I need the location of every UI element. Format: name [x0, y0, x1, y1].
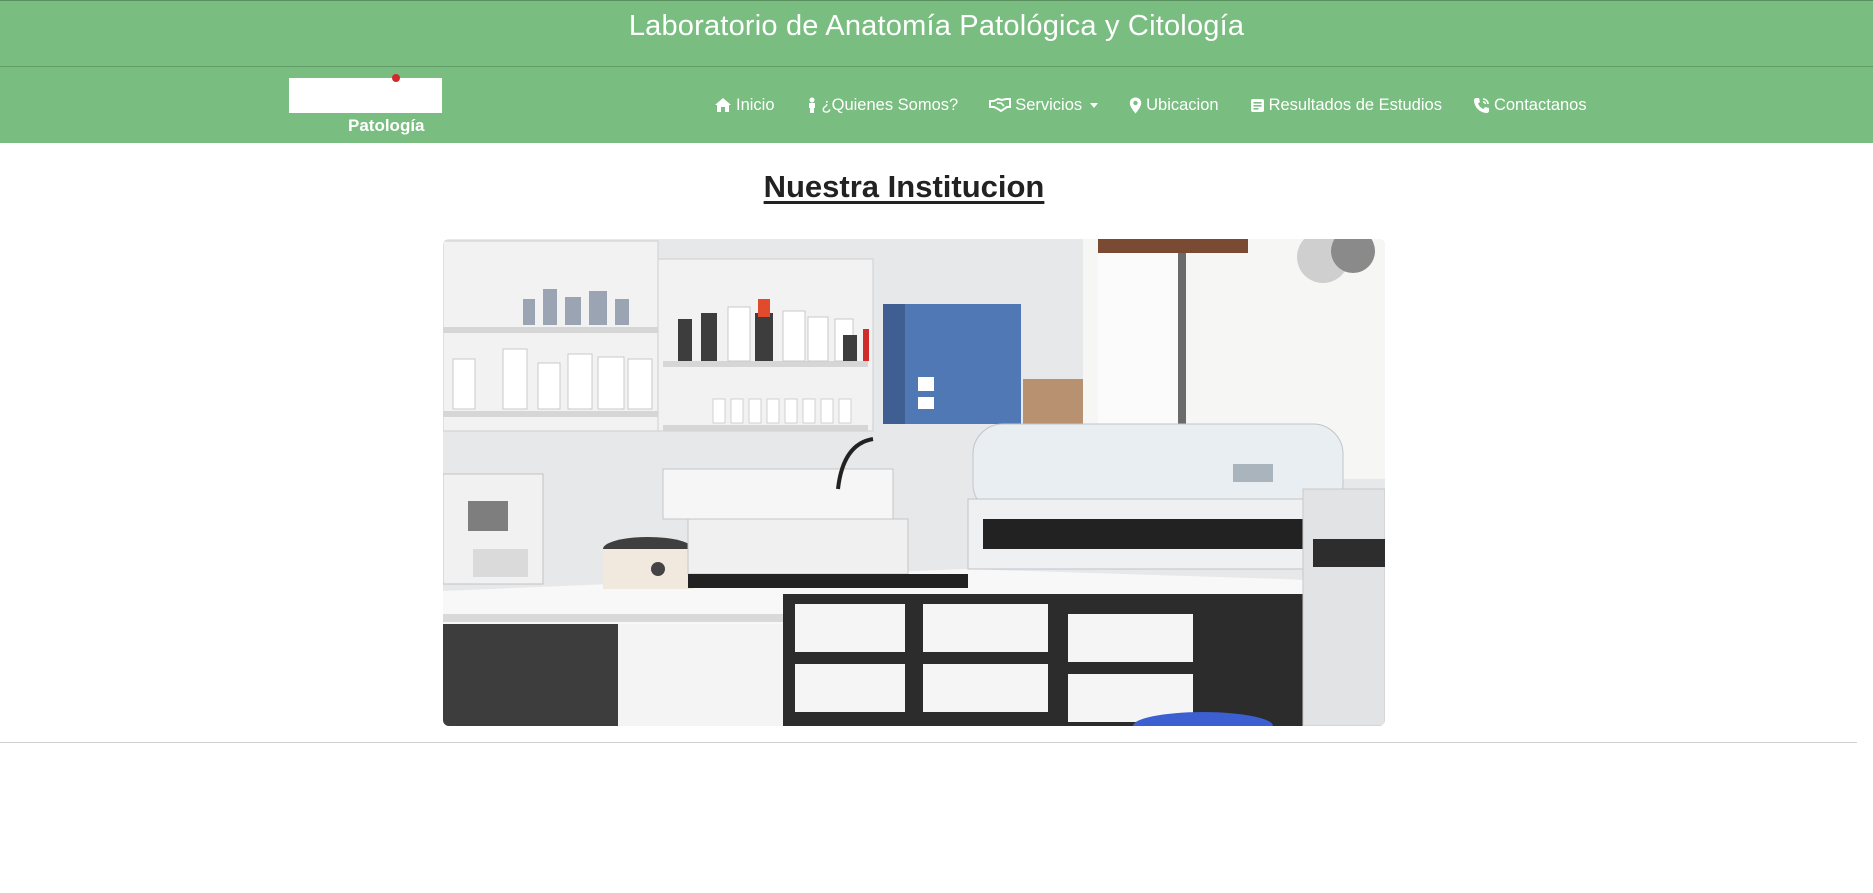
divider: [0, 742, 1857, 743]
nav-label: Inicio: [736, 95, 775, 114]
logo-image: [289, 78, 442, 113]
nav-label: Servicios: [1015, 95, 1083, 114]
logo-dot: [392, 74, 400, 82]
nav-inicio[interactable]: Inicio: [714, 96, 775, 115]
person-icon: [808, 97, 815, 113]
section-heading: Nuestra Institucion: [763, 169, 1045, 204]
nav-label: Ubicacion: [1146, 95, 1219, 114]
nav-label: Contactanos: [1493, 95, 1587, 114]
chevron-down-icon: [1090, 102, 1099, 108]
nav-label: ¿Quienes Somos?: [821, 95, 959, 114]
lab-photo: [443, 239, 1385, 726]
top-banner: Laboratorio de Anatomía Patológica y Cit…: [0, 0, 1873, 67]
handshake-icon: [989, 98, 1012, 112]
phone-icon: [1473, 97, 1489, 113]
navbar: Patología Inicio ¿Quienes Somos? Servici…: [0, 67, 1873, 143]
logo[interactable]: Patología: [289, 74, 442, 136]
nav-label: Resultados de Estudios: [1268, 95, 1442, 114]
nav-ubicacion[interactable]: Ubicacion: [1129, 95, 1219, 115]
map-marker-icon: [1129, 97, 1142, 113]
nav-quienes-somos[interactable]: ¿Quienes Somos?: [806, 95, 959, 115]
main-nav: Inicio ¿Quienes Somos? Servicios Ubicaci…: [714, 67, 1587, 143]
lab-illustration: [443, 239, 1385, 726]
document-icon: [1250, 98, 1264, 112]
nav-servicios[interactable]: Servicios: [989, 95, 1099, 115]
nav-contactanos[interactable]: Contactanos: [1473, 96, 1587, 115]
section-heading-wrap: Nuestra Institucion: [0, 169, 1808, 205]
site-title: Laboratorio de Anatomía Patológica y Cit…: [628, 10, 1245, 42]
nav-resultados[interactable]: Resultados de Estudios: [1250, 96, 1442, 115]
home-icon: [715, 98, 731, 112]
logo-text: Patología: [348, 116, 425, 135]
